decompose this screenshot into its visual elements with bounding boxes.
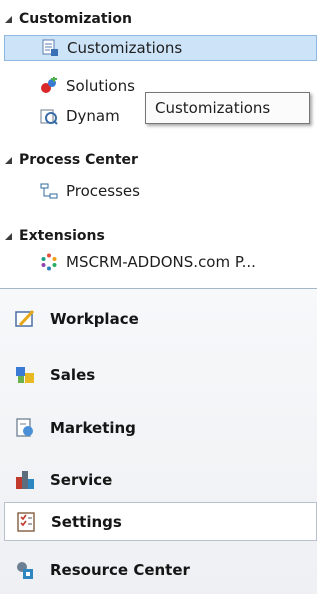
customizations-icon bbox=[42, 39, 58, 56]
nav-item-service[interactable]: Service bbox=[0, 460, 317, 499]
collapse-triangle-icon[interactable] bbox=[5, 232, 12, 240]
tree-item-label: MSCRM-ADDONS.com P... bbox=[66, 253, 256, 271]
marketplace-icon bbox=[40, 109, 58, 125]
nav-item-marketing[interactable]: Marketing bbox=[0, 408, 317, 447]
workplace-icon bbox=[15, 309, 35, 327]
group-header-process-center[interactable]: Process Center bbox=[5, 149, 138, 171]
nav-item-label: Settings bbox=[51, 512, 122, 531]
tree-item-processes[interactable]: Processes bbox=[40, 178, 270, 204]
nav-item-sales[interactable]: Sales bbox=[0, 355, 317, 394]
collapse-triangle-icon[interactable] bbox=[5, 156, 12, 164]
group-header-extensions[interactable]: Extensions bbox=[5, 225, 105, 247]
tooltip: Customizations bbox=[145, 92, 310, 124]
tree-item-label: Processes bbox=[66, 182, 140, 200]
group-label: Process Center bbox=[19, 152, 138, 168]
sales-icon bbox=[16, 366, 34, 383]
nav-item-workplace[interactable]: Workplace bbox=[0, 299, 317, 338]
marketing-icon bbox=[16, 417, 33, 437]
nav-item-label: Resource Center bbox=[50, 560, 190, 579]
nav-item-label: Workplace bbox=[50, 309, 139, 328]
addons-icon bbox=[41, 253, 57, 271]
group-label: Customization bbox=[19, 11, 132, 27]
group-label: Extensions bbox=[19, 228, 105, 244]
navigation-pane: Workplace Sales Marketing Service Settin… bbox=[0, 289, 317, 594]
tree-item-label: Customizations bbox=[67, 39, 183, 57]
nav-item-settings[interactable]: Settings bbox=[4, 502, 317, 541]
tree-item-customizations[interactable]: Customizations bbox=[4, 35, 317, 61]
nav-item-resource-center[interactable]: Resource Center bbox=[0, 550, 317, 589]
settings-icon bbox=[17, 511, 35, 532]
site-map-tree: Customization Customizations Solutions D… bbox=[0, 0, 317, 256]
nav-item-label: Service bbox=[50, 470, 113, 489]
resource-center-icon bbox=[17, 561, 33, 579]
solutions-icon bbox=[41, 77, 57, 93]
collapse-triangle-icon[interactable] bbox=[5, 15, 12, 23]
nav-item-label: Sales bbox=[50, 365, 96, 384]
tree-item-label: Dynam bbox=[66, 107, 120, 125]
processes-icon bbox=[40, 183, 58, 199]
service-icon bbox=[16, 470, 34, 489]
tree-item-label: Solutions bbox=[66, 77, 135, 95]
nav-item-label: Marketing bbox=[50, 418, 136, 437]
tree-item-mscrm-addons[interactable]: MSCRM-ADDONS.com P... bbox=[40, 249, 270, 275]
group-header-customization[interactable]: Customization bbox=[5, 8, 132, 30]
